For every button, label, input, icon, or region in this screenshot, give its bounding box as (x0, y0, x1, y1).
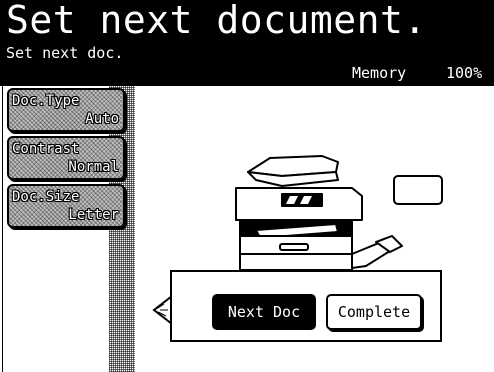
doc-size-button[interactable]: Doc.Size Letter (7, 184, 125, 228)
settings-panel: Doc.Type Auto Contrast Normal Doc.Size L… (2, 86, 135, 372)
next-doc-button[interactable]: Next Doc (212, 294, 316, 330)
doc-type-label: Doc.Type (12, 93, 80, 109)
contrast-value: Normal (68, 159, 119, 175)
memory-label: Memory (352, 64, 407, 82)
doc-type-button[interactable]: Doc.Type Auto (7, 88, 125, 132)
contrast-label: Contrast (12, 141, 80, 157)
doc-size-value: Letter (68, 207, 119, 223)
header-bar: Set next document. Set next doc. Memory … (0, 0, 494, 86)
screen: Set next document. Set next doc. Memory … (0, 0, 494, 372)
page-title: Set next document. (6, 0, 427, 42)
memory-value: 100% (446, 64, 483, 82)
display-panel-icon (393, 175, 443, 205)
doc-size-label: Doc.Size (12, 189, 80, 205)
contrast-button[interactable]: Contrast Normal (7, 136, 125, 180)
complete-button[interactable]: Complete (326, 294, 422, 330)
doc-type-value: Auto (85, 111, 119, 127)
machine-icon (235, 155, 403, 271)
page-subtitle: Set next doc. (6, 44, 124, 62)
